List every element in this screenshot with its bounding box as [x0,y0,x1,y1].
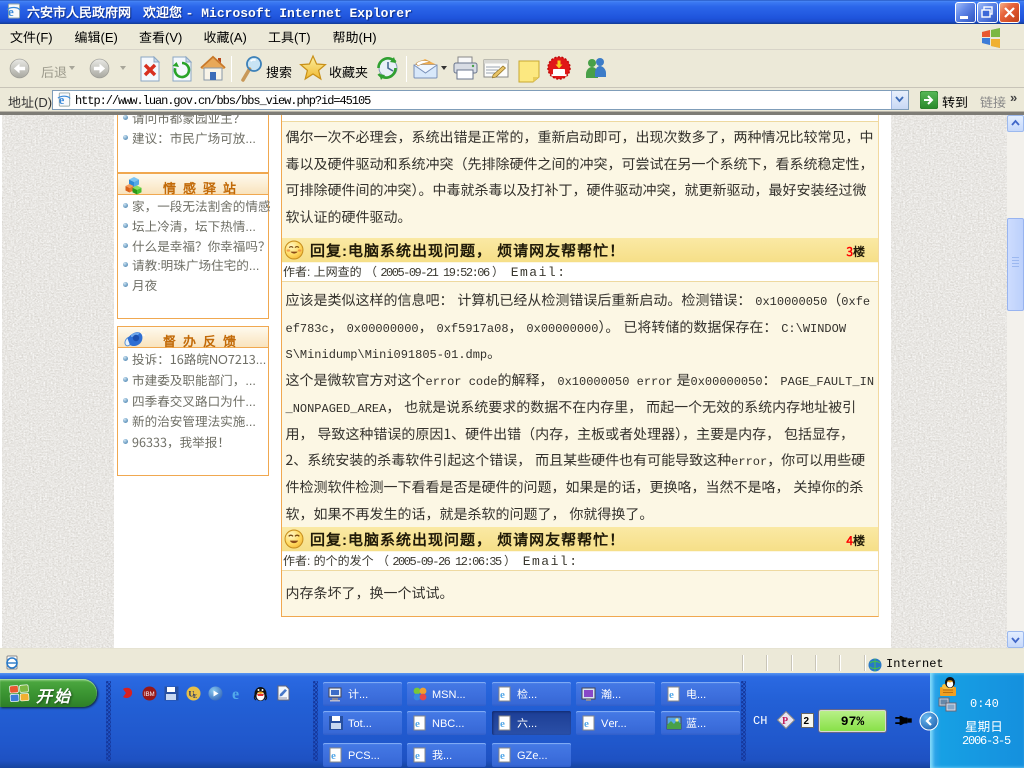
svg-text:e: e [500,750,505,762]
svg-text:e: e [415,750,420,762]
svg-text:E: E [193,694,197,700]
svg-text:e: e [232,686,239,701]
svg-text:e: e [331,750,336,762]
svg-text:e: e [500,689,505,701]
svg-text:e: e [8,4,14,19]
svg-text:P: P [782,716,788,727]
svg-text:e: e [584,718,589,730]
svg-text:e: e [669,689,674,701]
svg-text:IBM: IBM [144,692,155,698]
svg-text:e: e [500,718,505,730]
svg-text:e: e [59,93,65,107]
svg-text:e: e [415,718,420,730]
svg-text:2: 2 [804,716,810,727]
